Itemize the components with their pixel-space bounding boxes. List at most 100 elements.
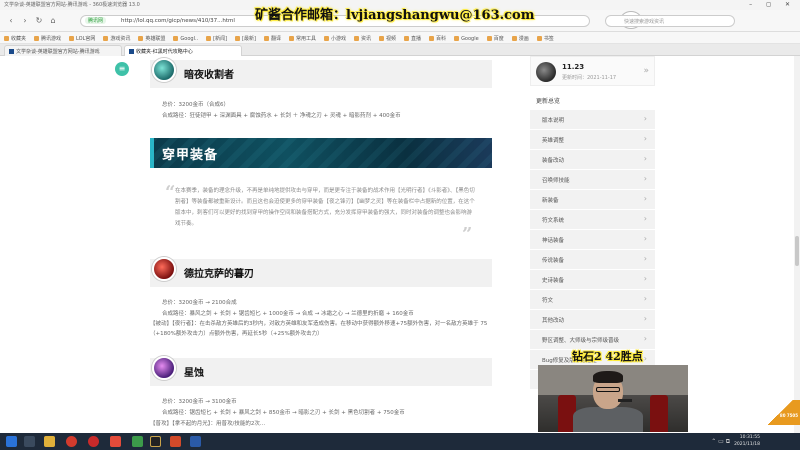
clock[interactable]: 10:31:55 2021/11/18 bbox=[734, 434, 760, 448]
bookmark-icon bbox=[536, 36, 542, 41]
section-banner: 穿甲装备 bbox=[150, 138, 492, 168]
taskbar: ⌃ ▭ ⧉ 10:31:55 2021/11/18 bbox=[0, 433, 800, 450]
bookmark-item[interactable]: 小游戏 bbox=[323, 35, 346, 42]
bookmark-icon bbox=[103, 36, 109, 41]
bookmark-item[interactable]: 收藏夹 bbox=[4, 35, 26, 42]
folder-icon[interactable] bbox=[44, 436, 55, 447]
close-quote-icon: ” bbox=[462, 224, 473, 245]
chevron-right-icon: › bbox=[643, 234, 647, 243]
bookmark-item[interactable]: 百科 bbox=[429, 35, 446, 42]
chrome-icon[interactable] bbox=[66, 436, 77, 447]
sidebar-header: 11.23 更新时间：2021-11-17 » bbox=[530, 56, 655, 86]
netease-icon[interactable] bbox=[88, 436, 99, 447]
bookmark-item[interactable]: 资讯 bbox=[354, 35, 371, 42]
email-banner: 矿酱合作邮箱：lvjiangshangwu@163.com bbox=[255, 8, 535, 23]
item-description: 【被动】【夜行者】：在击杀敌方英雄后的3秒内，对敌方英雄和友军造成伤害。在移动中… bbox=[150, 321, 488, 337]
sidebar-item[interactable]: 新装备 › bbox=[530, 190, 655, 210]
sidebar-item[interactable]: 其他改动 › bbox=[530, 310, 655, 330]
forward-icon[interactable]: › bbox=[20, 16, 30, 26]
bookmark-item[interactable]: 腾讯游戏 bbox=[34, 35, 61, 42]
corner-badge: 80 7505 bbox=[760, 400, 800, 425]
tab-1[interactable]: 文学杂谈-英雄联盟官方网站-腾讯游戏 bbox=[4, 45, 122, 56]
sidebar-item[interactable]: 召唤师技能 › bbox=[530, 170, 655, 190]
bookmark-icon bbox=[454, 36, 460, 41]
chevron-right-icon: › bbox=[643, 154, 647, 163]
wechat-icon[interactable] bbox=[132, 436, 143, 447]
bookmark-item[interactable]: [新闻] bbox=[206, 35, 227, 42]
item-name: 德拉克萨的暮刃 bbox=[184, 269, 254, 280]
chevron-right-icon: › bbox=[643, 174, 647, 183]
bookmark-icon bbox=[235, 36, 241, 41]
chevron-right-icon: › bbox=[643, 314, 647, 323]
chevron-right-icon: › bbox=[643, 354, 647, 363]
chevron-right-icon: › bbox=[643, 274, 647, 283]
sidebar-item[interactable]: 神话装备 › bbox=[530, 230, 655, 250]
more-icon[interactable]: » bbox=[643, 66, 649, 76]
rank-score: 钻石2 42胜点 bbox=[572, 350, 643, 363]
item-icon bbox=[152, 356, 176, 380]
bookmark-item[interactable]: 游戏资讯 bbox=[103, 35, 130, 42]
tab-2[interactable]: 收藏夹-红黑时代攻略中心 bbox=[124, 45, 242, 56]
item-icon bbox=[152, 257, 176, 281]
sidebar-item[interactable]: 传说装备 › bbox=[530, 250, 655, 270]
bookmark-icon bbox=[4, 36, 9, 41]
back-icon[interactable]: ‹ bbox=[6, 16, 16, 26]
game-icon[interactable] bbox=[150, 436, 161, 447]
search-icon[interactable] bbox=[24, 436, 35, 447]
tab-strip: 文学杂谈-英雄联盟官方网站-腾讯游戏 收藏夹-红黑时代攻略中心 bbox=[0, 44, 800, 56]
refresh-icon[interactable]: ↻ bbox=[34, 16, 44, 26]
webcam-overlay bbox=[538, 365, 688, 432]
system-tray-icons[interactable]: ⌃ ▭ ⧉ bbox=[711, 438, 730, 446]
bookmark-item[interactable]: 直播 bbox=[404, 35, 421, 42]
site-icon bbox=[9, 49, 14, 54]
item-header: 暗夜收割者 bbox=[150, 58, 492, 88]
bookmark-item[interactable]: Googl.. bbox=[173, 36, 198, 42]
bookmark-item[interactable]: 英雄联盟 bbox=[138, 35, 165, 42]
sidebar-item[interactable]: 英雄调整 › bbox=[530, 130, 655, 150]
bookmark-item[interactable]: 百度 bbox=[486, 35, 504, 42]
windows-start-icon[interactable] bbox=[6, 436, 17, 447]
secure-badge: 腾讯网 bbox=[85, 17, 107, 24]
sidebar-item[interactable]: 符文 › bbox=[530, 290, 655, 310]
bookmark-item[interactable]: 书签 bbox=[536, 35, 554, 42]
search-input[interactable]: 快速搜索游戏资讯 bbox=[605, 15, 735, 27]
bookmark-item[interactable]: 常用工具 bbox=[288, 35, 316, 42]
bookmark-item[interactable]: [最新] bbox=[235, 35, 256, 42]
bookmarks-bar: 收藏夹 腾讯游戏 LOL官网 游戏资讯 英雄联盟 Googl.. [新闻] [最新] 翻译 常用工… bbox=[0, 32, 800, 44]
item-attrs: 合成路径：锯齿短匕 + 长剑 + 暴风之剑 + 850金币 → 暗影之刃 + 长… bbox=[162, 410, 405, 416]
bookmark-item[interactable]: LOL官网 bbox=[69, 35, 95, 42]
bookmark-icon bbox=[379, 36, 385, 41]
bookmark-icon bbox=[206, 36, 212, 41]
home-icon[interactable]: ⌂ bbox=[48, 16, 58, 26]
bookmark-icon bbox=[511, 36, 517, 41]
bookmark-item[interactable]: 视频 bbox=[379, 35, 396, 42]
browser-icon[interactable] bbox=[170, 436, 181, 447]
window-controls[interactable]: – ◻ ✕ bbox=[749, 1, 796, 8]
url-text[interactable]: http://lol.qq.com/gicp/news/410/37...htm… bbox=[121, 18, 235, 24]
sidebar-item[interactable]: 装备改动 › bbox=[530, 150, 655, 170]
sidebar-title: 更新总览 bbox=[536, 98, 561, 105]
sidebar-item[interactable]: 野区调整、大师级与宗师级晋级 › bbox=[530, 330, 655, 350]
bookmark-icon bbox=[404, 36, 410, 41]
bookmark-icon bbox=[173, 36, 179, 41]
item-header: 星蚀 bbox=[150, 356, 492, 386]
sidebar-item[interactable]: 史诗装备 › bbox=[530, 270, 655, 290]
chevron-right-icon: › bbox=[643, 134, 647, 143]
patch-version: 11.23 bbox=[562, 63, 585, 71]
chevron-right-icon: › bbox=[643, 194, 647, 203]
scrollbar-thumb[interactable] bbox=[795, 236, 799, 266]
chevron-right-icon: › bbox=[643, 334, 647, 343]
bookmark-icon bbox=[263, 36, 269, 41]
lol-client-icon[interactable] bbox=[190, 436, 201, 447]
bookmark-item[interactable]: 漫画 bbox=[511, 35, 529, 42]
sidebar-item[interactable]: 符文系统 › bbox=[530, 210, 655, 230]
item-price: 总价：3200金币 → 3100金币 bbox=[162, 399, 237, 405]
chevron-right-icon: › bbox=[643, 254, 647, 263]
bookmark-item[interactable]: Google bbox=[454, 36, 479, 42]
bookmark-item[interactable]: 翻译 bbox=[263, 35, 281, 42]
app-icon[interactable] bbox=[110, 436, 121, 447]
bookmark-icon bbox=[138, 36, 144, 41]
menu-icon[interactable]: ≡ bbox=[115, 62, 129, 76]
sidebar-item[interactable]: 版本说明 › bbox=[530, 110, 655, 130]
page-scrollbar[interactable] bbox=[794, 56, 800, 433]
